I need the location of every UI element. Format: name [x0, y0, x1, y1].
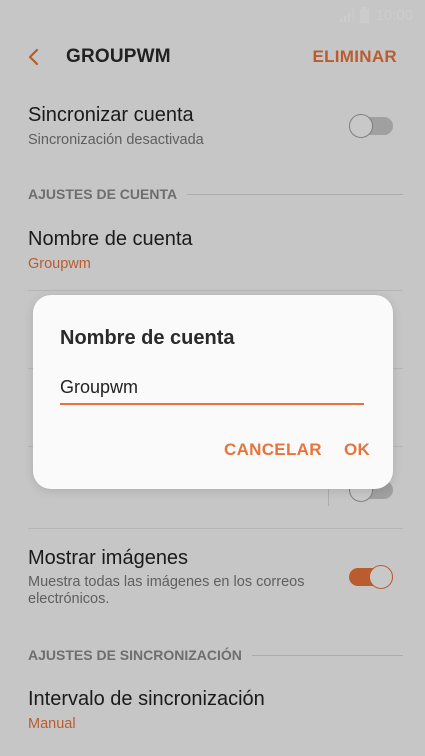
account-name-dialog: Nombre de cuenta CANCELAR OK [33, 295, 393, 489]
ok-button[interactable]: OK [344, 440, 370, 460]
dialog-title: Nombre de cuenta [60, 327, 235, 349]
cancel-button[interactable]: CANCELAR [224, 440, 322, 460]
account-name-input[interactable] [60, 371, 364, 405]
